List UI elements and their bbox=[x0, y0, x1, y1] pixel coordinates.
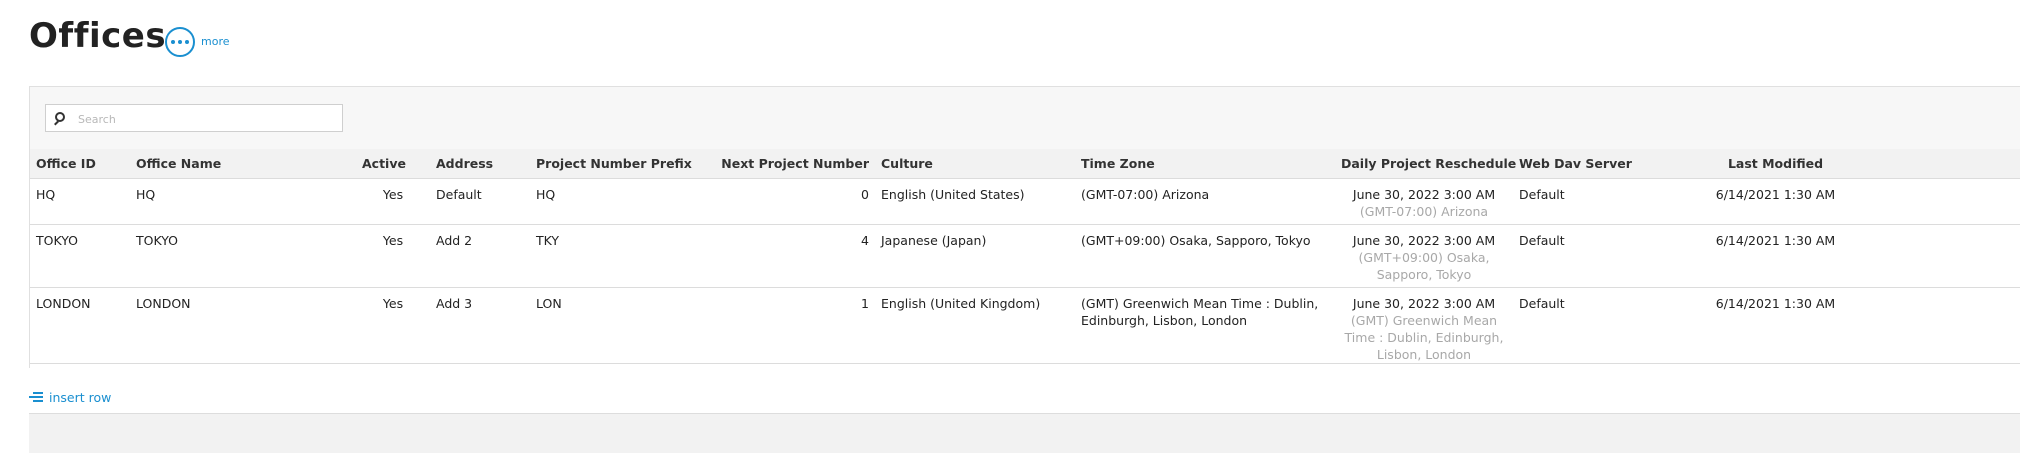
insert-row-label: insert row bbox=[49, 390, 112, 405]
cell-office-id: HQ bbox=[30, 178, 130, 225]
cell-office-id: LONDON bbox=[30, 287, 130, 364]
cell-active: Yes bbox=[356, 178, 430, 225]
cell-prefix: HQ bbox=[530, 178, 695, 225]
cell-last-modified: 6/14/2021 1:30 AM bbox=[1663, 224, 1888, 288]
cell-next-number: 1 bbox=[695, 287, 875, 364]
insert-row-button[interactable]: insert row bbox=[29, 390, 111, 405]
cell-web-dav-server: Default bbox=[1513, 224, 1663, 288]
cell-daily-reschedule: June 30, 2022 3:00 AM (GMT-07:00) Arizon… bbox=[1335, 178, 1513, 225]
grid-footer bbox=[29, 413, 2020, 453]
cell-last-modified: 6/14/2021 1:30 AM bbox=[1663, 178, 1888, 225]
col-office-name[interactable]: Office Name bbox=[130, 149, 356, 179]
cell-address: Add 3 bbox=[430, 287, 530, 364]
page-title: Offices bbox=[29, 16, 167, 56]
cell-office-name: HQ bbox=[130, 178, 356, 225]
more-link[interactable]: more bbox=[201, 35, 230, 48]
cell-culture: Japanese (Japan) bbox=[875, 224, 1075, 288]
cell-last-modified: 6/14/2021 1:30 AM bbox=[1663, 287, 1888, 364]
cell-next-number: 0 bbox=[695, 178, 875, 225]
search-icon bbox=[55, 112, 65, 122]
col-next-project-number[interactable]: Next Project Number bbox=[695, 149, 875, 179]
cell-office-id: TOKYO bbox=[30, 224, 130, 288]
reschedule-time-zone: (GMT+09:00) Osaka, Sapporo, Tokyo bbox=[1358, 250, 1490, 282]
table-row[interactable]: TOKYO TOKYO Yes Add 2 TKY 4 Japanese (Ja… bbox=[30, 224, 2020, 288]
search-input[interactable] bbox=[76, 108, 340, 130]
col-address[interactable]: Address bbox=[430, 149, 530, 179]
cell-daily-reschedule: June 30, 2022 3:00 AM (GMT+09:00) Osaka,… bbox=[1335, 224, 1513, 288]
col-web-dav-server[interactable]: Web Dav Server bbox=[1513, 149, 1663, 179]
cell-time-zone: (GMT-07:00) Arizona bbox=[1075, 178, 1335, 225]
offices-grid: Office ID Office Name Active Address Pro… bbox=[29, 86, 2020, 368]
cell-prefix: TKY bbox=[530, 224, 695, 288]
col-active[interactable]: Active bbox=[356, 149, 430, 179]
cell-prefix: LON bbox=[530, 287, 695, 364]
cell-web-dav-server: Default bbox=[1513, 287, 1663, 364]
reschedule-time: June 30, 2022 3:00 AM bbox=[1352, 187, 1496, 202]
table-row[interactable]: HQ HQ Yes Default HQ 0 English (United S… bbox=[30, 178, 2020, 225]
table-header-row: Office ID Office Name Active Address Pro… bbox=[30, 149, 2020, 179]
reschedule-time: June 30, 2022 3:00 AM bbox=[1352, 233, 1496, 248]
col-project-number-prefix[interactable]: Project Number Prefix bbox=[530, 149, 695, 179]
cell-daily-reschedule: June 30, 2022 3:00 AM (GMT) Greenwich Me… bbox=[1335, 287, 1513, 364]
more-icon[interactable] bbox=[165, 27, 195, 57]
cell-web-dav-server: Default bbox=[1513, 178, 1663, 225]
reschedule-time-zone: (GMT-07:00) Arizona bbox=[1359, 204, 1489, 219]
col-daily-project-reschedule[interactable]: Daily Project Reschedule bbox=[1335, 149, 1516, 179]
col-spacer bbox=[1888, 149, 2020, 179]
cell-next-number: 4 bbox=[695, 224, 875, 288]
cell-office-name: LONDON bbox=[130, 287, 356, 364]
reschedule-time-zone: (GMT) Greenwich Mean Time : Dublin, Edin… bbox=[1344, 313, 1504, 362]
cell-time-zone: (GMT+09:00) Osaka, Sapporo, Tokyo bbox=[1075, 224, 1335, 288]
offices-table: Office ID Office Name Active Address Pro… bbox=[30, 149, 2020, 364]
reschedule-time: June 30, 2022 3:00 AM bbox=[1352, 296, 1496, 311]
insert-row-icon bbox=[29, 392, 43, 403]
cell-culture: English (United States) bbox=[875, 178, 1075, 225]
cell-address: Default bbox=[430, 178, 530, 225]
table-row[interactable]: LONDON LONDON Yes Add 3 LON 1 English (U… bbox=[30, 287, 2020, 364]
search-bar bbox=[30, 87, 2020, 150]
col-office-id[interactable]: Office ID bbox=[30, 149, 130, 179]
cell-culture: English (United Kingdom) bbox=[875, 287, 1075, 364]
col-time-zone[interactable]: Time Zone bbox=[1075, 149, 1335, 179]
cell-active: Yes bbox=[356, 224, 430, 288]
cell-active: Yes bbox=[356, 287, 430, 364]
search-box[interactable] bbox=[45, 104, 343, 132]
cell-office-name: TOKYO bbox=[130, 224, 356, 288]
cell-time-zone: (GMT) Greenwich Mean Time : Dublin, Edin… bbox=[1075, 287, 1335, 364]
offices-page: Offices more Office ID Office Name Activ… bbox=[0, 0, 2020, 453]
col-last-modified[interactable]: Last Modified bbox=[1663, 149, 1888, 179]
cell-address: Add 2 bbox=[430, 224, 530, 288]
col-culture[interactable]: Culture bbox=[875, 149, 1075, 179]
